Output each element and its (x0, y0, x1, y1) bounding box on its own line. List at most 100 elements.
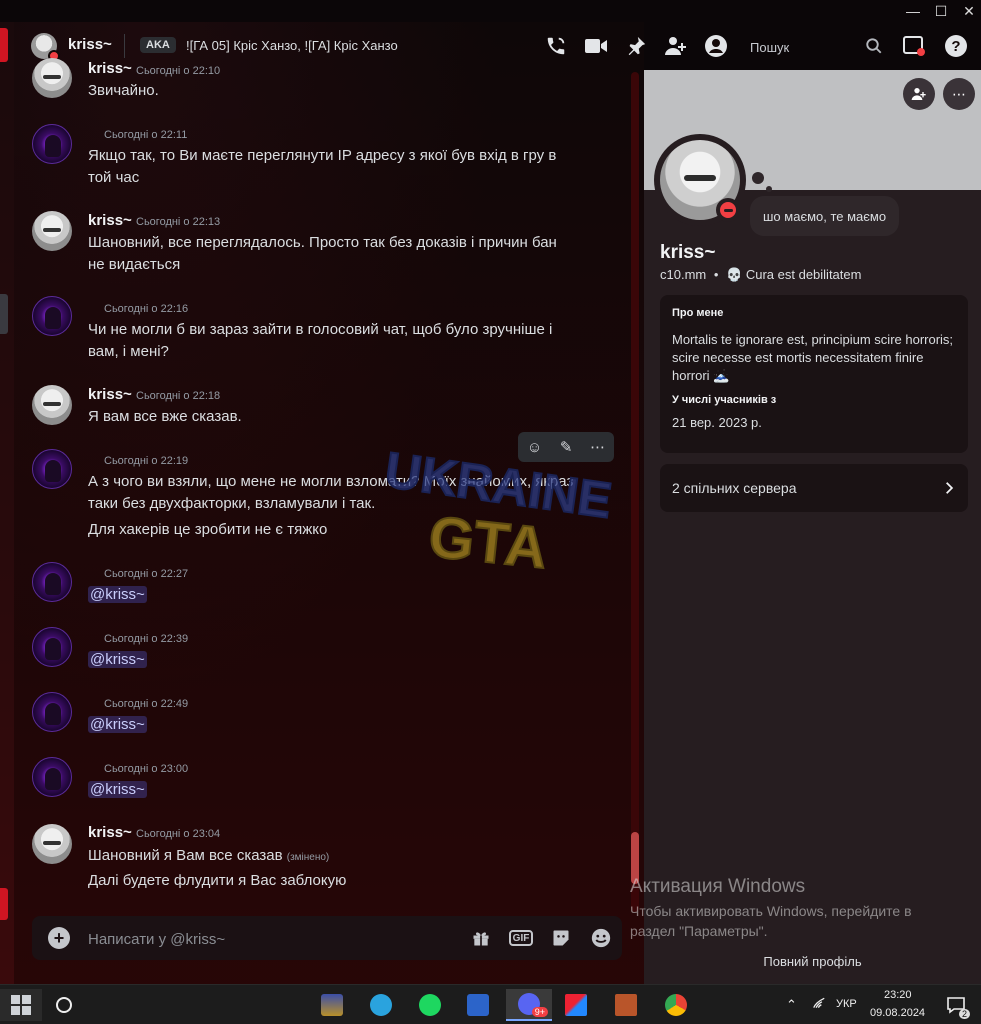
discord-taskbar-icon[interactable]: 9+ (506, 989, 552, 1021)
message-time: Сьогодні о 22:11 (104, 129, 188, 141)
start-button[interactable] (0, 989, 42, 1021)
profile-icon[interactable] (704, 34, 728, 58)
message-time: Сьогодні о 22:18 (136, 390, 221, 402)
server-indicator[interactable] (0, 888, 8, 920)
network-icon[interactable] (812, 996, 826, 1013)
add-reaction-icon[interactable]: ☺ (527, 439, 542, 456)
mutual-servers-card[interactable]: 2 спільних сервера (660, 464, 968, 512)
windows-taskbar: 9+ ⌃ УКР 23:20 09.08.2024 2 (0, 984, 981, 1024)
sticker-icon[interactable] (549, 927, 573, 949)
pin-icon[interactable] (624, 34, 648, 58)
search-icon[interactable] (862, 34, 886, 58)
search-taskbar-icon[interactable] (44, 989, 84, 1021)
message-time: Сьогодні о 22:10 (136, 65, 221, 77)
avatar[interactable] (32, 627, 72, 667)
gift-icon[interactable] (469, 927, 493, 949)
help-icon[interactable]: ? (944, 34, 968, 58)
app-launcher-icon[interactable] (458, 989, 498, 1021)
about-me-card: Про мене Mortalis te ignorare est, princ… (660, 295, 968, 453)
server-indicator[interactable] (0, 294, 8, 334)
message-text: Звичайно. (88, 82, 159, 99)
dm-avatar[interactable] (31, 33, 60, 62)
dnd-status-icon (716, 198, 740, 222)
maximize-button[interactable]: ☐ (928, 0, 954, 22)
message-time: Сьогодні о 22:49 (104, 698, 189, 710)
full-profile-link[interactable]: Повний профіль (644, 954, 981, 969)
message-actions-toolbar: ☺ ✎ ⋯ (518, 432, 614, 462)
voice-call-icon[interactable] (544, 34, 568, 58)
message-composer: + GIF (32, 916, 622, 960)
more-options-icon[interactable]: ⋯ (943, 78, 975, 110)
message-time: Сьогодні о 22:19 (104, 455, 189, 467)
avatar[interactable] (32, 211, 72, 251)
profile-display-name: kriss~ (660, 242, 716, 263)
minimize-button[interactable]: — (900, 0, 926, 22)
spotify-icon[interactable] (410, 989, 450, 1021)
game-icon[interactable] (606, 989, 646, 1021)
server-rail-edge (0, 22, 14, 984)
user-mention[interactable]: @kriss~ (88, 586, 147, 603)
message-text: Шановний я Вам все сказав (88, 847, 283, 864)
video-call-icon[interactable] (584, 34, 608, 58)
more-icon[interactable]: ⋯ (590, 438, 605, 456)
edit-icon[interactable]: ✎ (560, 438, 573, 456)
notifications-icon[interactable]: 2 (936, 989, 976, 1021)
aka-badge: AKA (140, 37, 176, 53)
avatar[interactable] (32, 757, 72, 797)
about-me-text: Mortalis te ignorare est, principium sci… (672, 332, 954, 383)
message-text: Далі будете флудити я Вас заблокую (88, 872, 347, 889)
message-author[interactable]: kriss~ (88, 386, 132, 403)
gif-button[interactable]: GIF (508, 927, 534, 949)
upload-button[interactable]: + (48, 927, 70, 949)
server-indicator[interactable] (0, 28, 8, 62)
dm-name[interactable]: kriss~ (68, 36, 112, 53)
emoji-icon[interactable] (589, 927, 613, 949)
message-text: А з чого ви взяли, що мене не могли взло… (88, 473, 574, 512)
aka-names: ![ГА 05] Кріс Ханзо, ![ГА] Кріс Ханзо (186, 38, 398, 53)
message-author[interactable]: kriss~ (88, 824, 132, 841)
add-friend-icon[interactable] (903, 78, 935, 110)
avatar[interactable] (32, 449, 72, 489)
user-mention[interactable]: @kriss~ (88, 651, 147, 668)
activation-text: Чтобы активировать Windows, перейдите в (630, 903, 912, 919)
message-author[interactable]: kriss~ (88, 212, 132, 229)
activation-text: раздел "Параметры". (630, 923, 768, 939)
user-mention[interactable]: @kriss~ (88, 716, 147, 733)
message-input[interactable] (88, 928, 448, 950)
user-mention[interactable]: @kriss~ (88, 781, 147, 798)
avatar[interactable] (32, 385, 72, 425)
show-hidden-icons[interactable]: ⌃ (786, 997, 797, 1013)
message-time: Сьогодні о 23:00 (104, 763, 189, 775)
language-indicator[interactable]: УКР (836, 998, 857, 1010)
close-button[interactable]: ✕ (956, 0, 981, 22)
status-bubble-dot (752, 172, 764, 184)
clock-date[interactable]: 09.08.2024 (870, 1007, 925, 1019)
member-since-date: 21 вер. 2023 р. (672, 415, 762, 430)
add-friend-icon[interactable] (664, 34, 688, 58)
svg-text:?: ? (951, 38, 960, 55)
inbox-icon[interactable] (902, 34, 926, 58)
user-profile-panel: ⋯ шо маємо, те маємо kriss~ c10.mm • 💀 C… (644, 70, 981, 984)
message-time: Сьогодні о 22:27 (104, 568, 189, 580)
activation-title: Активация Windows (630, 876, 806, 897)
avatar[interactable] (32, 58, 72, 98)
chrome-icon[interactable] (656, 989, 696, 1021)
profile-custom-status: 💀 Cura est debilitatem (726, 267, 862, 282)
avatar[interactable] (32, 124, 72, 164)
avatar[interactable] (32, 562, 72, 602)
clock-time[interactable]: 23:20 (884, 989, 912, 1001)
avatar[interactable] (32, 692, 72, 732)
avatar[interactable] (32, 296, 72, 336)
notification-count: 2 (958, 1009, 970, 1019)
message-author[interactable]: kriss~ (88, 60, 132, 77)
windows-activation-notice: Активация Windows Чтобы активировать Win… (630, 876, 912, 941)
telegram-icon[interactable] (361, 989, 401, 1021)
game-launcher-icon[interactable] (556, 989, 596, 1021)
message-text: Шановний, все переглядалось. Просто так … (88, 234, 557, 273)
gta-launcher-icon[interactable] (312, 989, 352, 1021)
avatar[interactable] (32, 824, 72, 864)
message-text: Для хакерів це зробити не є тяжко (88, 521, 328, 538)
profile-username[interactable]: c10.mm (660, 267, 706, 282)
message-text: Чи не могли б ви зараз зайти в голосовий… (88, 321, 553, 360)
chat-scrollbar-track[interactable] (631, 72, 639, 912)
